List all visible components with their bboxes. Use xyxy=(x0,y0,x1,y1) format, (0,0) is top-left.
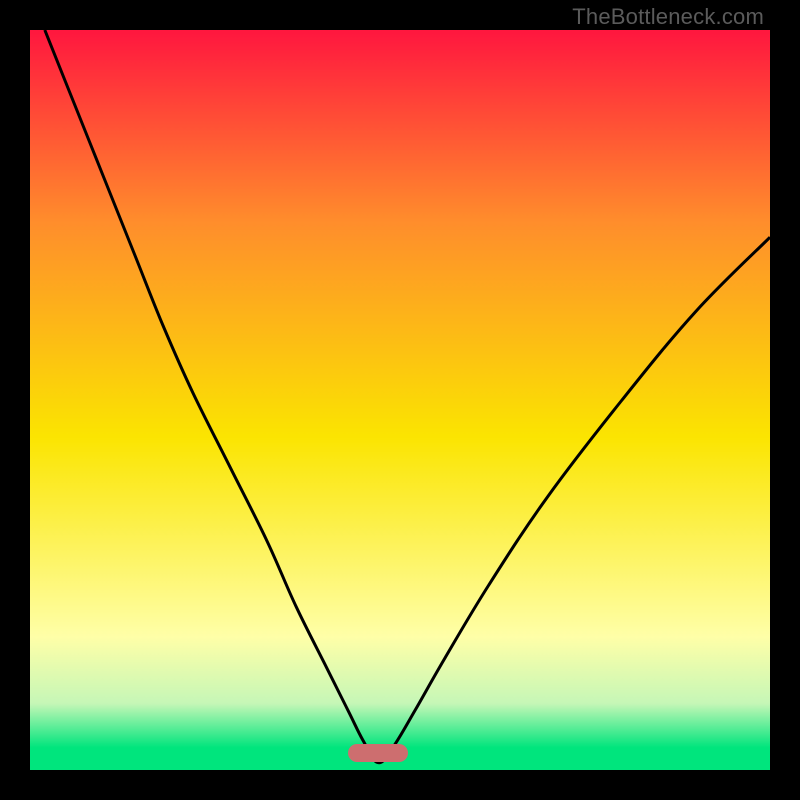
minimum-marker xyxy=(348,744,408,762)
curve-path xyxy=(45,30,770,763)
watermark-text: TheBottleneck.com xyxy=(572,4,764,30)
chart-frame xyxy=(30,30,770,770)
bottleneck-curve xyxy=(30,30,770,770)
